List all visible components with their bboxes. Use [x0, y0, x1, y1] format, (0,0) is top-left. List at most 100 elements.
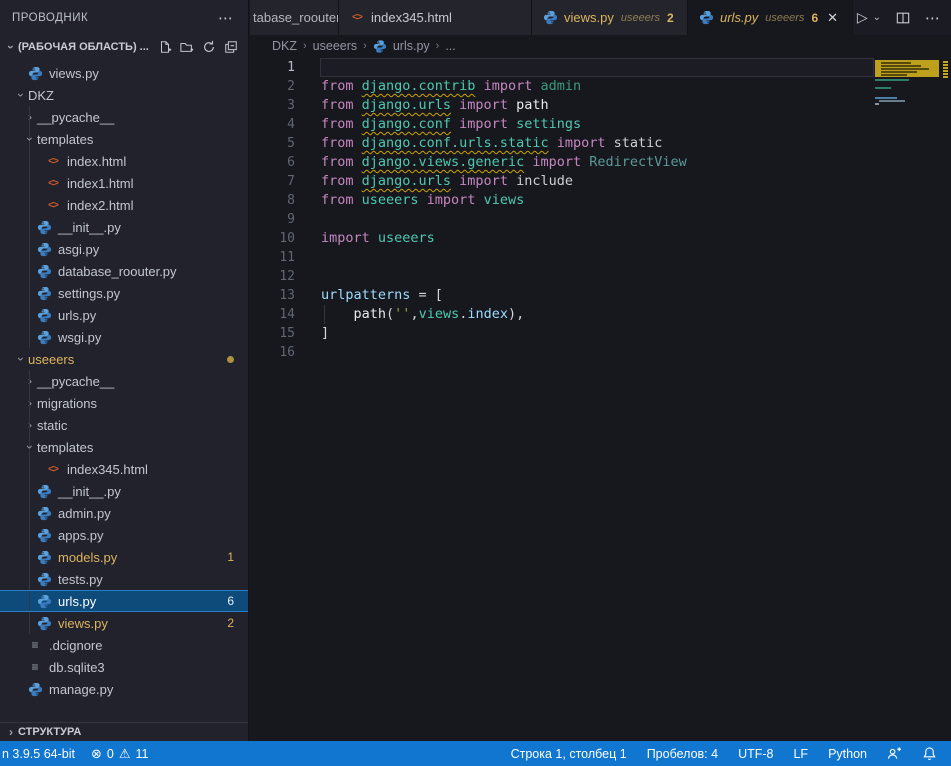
code-line[interactable]: 12	[250, 267, 951, 286]
file-name: views.py	[49, 66, 99, 81]
code-line[interactable]: 9	[250, 210, 951, 229]
tree-item-static[interactable]: ›static	[0, 414, 248, 436]
run-button[interactable]: ▷	[857, 9, 868, 26]
outline-section-header[interactable]: › СТРУКТУРА	[0, 722, 248, 741]
file-name: settings.py	[58, 286, 120, 301]
line-number: 11	[250, 248, 295, 267]
tree-item-migrations[interactable]: ›migrations	[0, 392, 248, 414]
cursor-position-item[interactable]: Строка 1, столбец 1	[503, 741, 635, 766]
tab-problems-badge: 6	[811, 11, 818, 25]
code-line[interactable]: 5from django.conf.urls.static import sta…	[250, 134, 951, 153]
refresh-icon[interactable]	[202, 40, 216, 54]
encoding-item[interactable]: UTF-8	[730, 741, 781, 766]
tree-item-index1-html[interactable]: <>index1.html	[0, 172, 248, 194]
tab-index345-html[interactable]: <>index345.html	[339, 0, 532, 35]
line-number: 3	[250, 96, 295, 115]
code-line[interactable]: 10import useeers	[250, 229, 951, 248]
breadcrumb-item[interactable]: DKZ	[272, 39, 297, 53]
code-editor[interactable]: 12from django.contrib import admin3from …	[250, 57, 951, 741]
problems-item[interactable]: ⊗ 0 ⚠ 11	[83, 741, 157, 766]
breadcrumb-separator-icon: ›	[303, 40, 307, 52]
code-line[interactable]: 3from django.urls import path	[250, 96, 951, 115]
breadcrumb-item[interactable]: useeers	[313, 39, 357, 53]
tree-item-index-html[interactable]: <>index.html	[0, 150, 248, 172]
overview-ruler[interactable]	[941, 57, 951, 741]
tree-item-manage-py[interactable]: manage.py	[0, 678, 248, 700]
tab-urls-py[interactable]: urls.pyuseeers6✕	[688, 0, 853, 35]
run-dropdown-icon[interactable]: ⌄	[873, 12, 881, 23]
tree-item-asgi-py[interactable]: asgi.py	[0, 238, 248, 260]
line-number: 6	[250, 153, 295, 172]
eol-item[interactable]: LF	[785, 741, 816, 766]
tree-item--init-py[interactable]: __init__.py	[0, 216, 248, 238]
tree-item-useeers[interactable]: ›useeers	[0, 348, 248, 370]
tree-item-database-roouter-py[interactable]: database_roouter.py	[0, 260, 248, 282]
close-icon[interactable]: ✕	[827, 10, 838, 26]
code-line[interactable]: 2from django.contrib import admin	[250, 77, 951, 96]
python-version-item[interactable]: n 3.9.5 64-bit	[0, 741, 83, 766]
tree-item--pycache-[interactable]: ›__pycache__	[0, 106, 248, 128]
breadcrumb-item[interactable]: urls.py	[393, 39, 430, 53]
workspace-section-header[interactable]: › (РАБОЧАЯ ОБЛАСТЬ) ...	[0, 35, 248, 59]
tree-item--pycache-[interactable]: ›__pycache__	[0, 370, 248, 392]
tree-item-wsgi-py[interactable]: wsgi.py	[0, 326, 248, 348]
chevron-down-icon: ›	[23, 440, 37, 454]
code-line[interactable]: 15]	[250, 324, 951, 343]
chevron-down-icon: ›	[14, 88, 28, 102]
code-line[interactable]: 7from django.urls import include	[250, 172, 951, 191]
collapse-all-icon[interactable]	[224, 40, 238, 54]
tree-item-urls-py[interactable]: urls.py	[0, 304, 248, 326]
file-name: tests.py	[58, 572, 103, 587]
line-text: path('',views.index),	[321, 305, 524, 324]
code-line[interactable]: 14 path('',views.index),	[250, 305, 951, 324]
line-text: from django.conf import settings	[321, 115, 581, 134]
feedback-icon[interactable]	[879, 741, 910, 766]
tree-item-views-py[interactable]: views.py	[0, 62, 248, 84]
file-tree: views.py›DKZ›__pycache__›templates<>inde…	[0, 62, 248, 700]
split-editor-icon[interactable]	[896, 11, 910, 25]
tab-label: tabase_roouter.py	[253, 10, 339, 25]
tree-item-index2-html[interactable]: <>index2.html	[0, 194, 248, 216]
more-actions-icon[interactable]: ⋯	[925, 9, 941, 27]
tree-item-apps-py[interactable]: apps.py	[0, 524, 248, 546]
tree-item-templates[interactable]: ›templates	[0, 436, 248, 458]
warning-icon: ⚠	[119, 746, 131, 762]
line-text: from useeers import views	[321, 191, 524, 210]
code-line[interactable]: 13urlpatterns = [	[250, 286, 951, 305]
tree-item-db-sqlite3[interactable]: ≡db.sqlite3	[0, 656, 248, 678]
line-number: 13	[250, 286, 295, 305]
code-line[interactable]: 8from useeers import views	[250, 191, 951, 210]
tab-tabase-roouter-py[interactable]: tabase_roouter.py	[250, 0, 339, 35]
tree-item-models-py[interactable]: models.py1	[0, 546, 248, 568]
tree-item-DKZ[interactable]: ›DKZ	[0, 84, 248, 106]
tree-item--dcignore[interactable]: ≡.dcignore	[0, 634, 248, 656]
minimap[interactable]	[875, 57, 942, 741]
file-icon: ≡	[27, 637, 43, 653]
indentation-item[interactable]: Пробелов: 4	[639, 741, 726, 766]
code-line[interactable]: 1	[250, 58, 951, 77]
code-line[interactable]: 6from django.views.generic import Redire…	[250, 153, 951, 172]
tree-item-templates[interactable]: ›templates	[0, 128, 248, 150]
tree-item-admin-py[interactable]: admin.py	[0, 502, 248, 524]
code-line[interactable]: 11	[250, 248, 951, 267]
notifications-bell-icon[interactable]	[914, 741, 945, 766]
tree-item-views-py[interactable]: views.py2	[0, 612, 248, 634]
workspace-actions	[158, 40, 238, 54]
tree-item-urls-py[interactable]: urls.py6	[0, 590, 248, 612]
new-file-icon[interactable]	[158, 40, 172, 54]
python-icon	[36, 241, 52, 257]
tree-item--init-py[interactable]: __init__.py	[0, 480, 248, 502]
tab-views-py[interactable]: views.pyuseeers2	[532, 0, 688, 35]
code-line[interactable]: 4from django.conf import settings	[250, 115, 951, 134]
code-line[interactable]: 16	[250, 343, 951, 362]
language-mode-item[interactable]: Python	[820, 741, 875, 766]
python-icon	[698, 10, 714, 26]
tree-item-tests-py[interactable]: tests.py	[0, 568, 248, 590]
breadcrumb-item[interactable]: ...	[445, 39, 455, 53]
file-name: manage.py	[49, 682, 113, 697]
tree-item-index345-html[interactable]: <>index345.html	[0, 458, 248, 480]
new-folder-icon[interactable]	[180, 40, 194, 54]
explorer-sidebar: ПРОВОДНИК ⋯ › (РАБОЧАЯ ОБЛАСТЬ) ... view…	[0, 0, 249, 741]
tree-item-settings-py[interactable]: settings.py	[0, 282, 248, 304]
explorer-more-icon[interactable]: ⋯	[218, 9, 234, 27]
